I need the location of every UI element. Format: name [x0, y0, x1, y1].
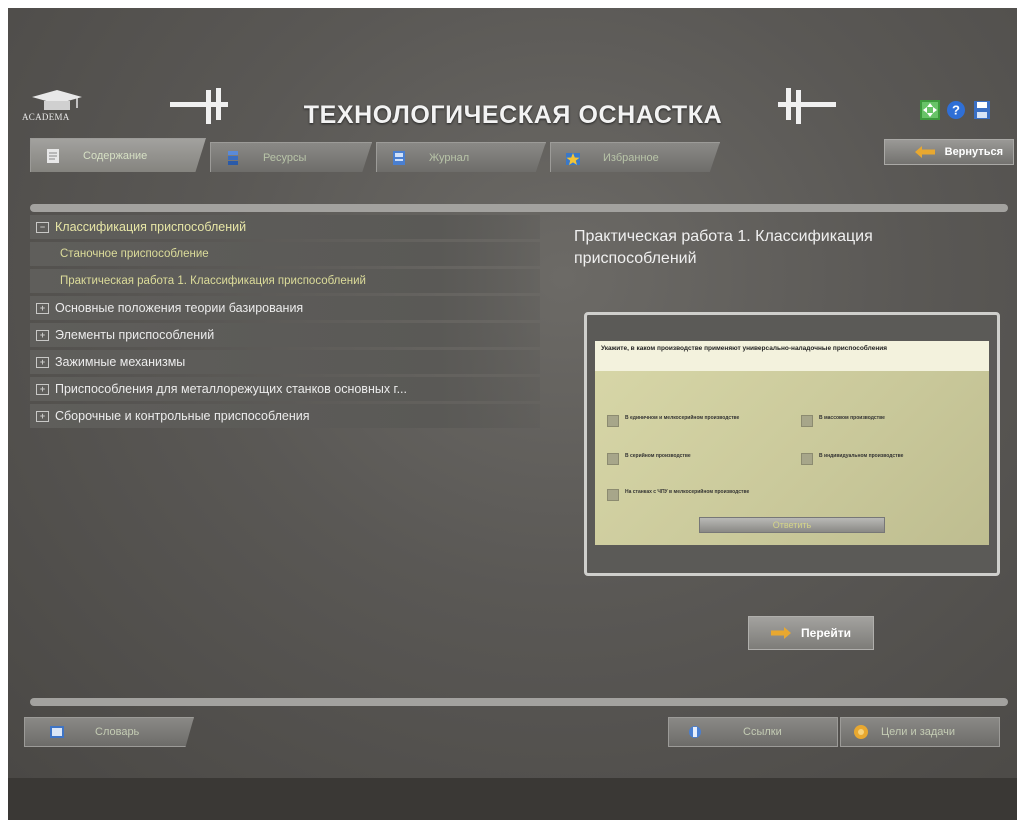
- quiz-option: В массовом производстве: [801, 415, 981, 427]
- goals-label: Цели и задачи: [881, 726, 956, 738]
- quiz-answer-button: Ответить: [699, 517, 885, 533]
- tree-item-label: Приспособления для металлорежущих станко…: [55, 382, 408, 396]
- tree-item-label: Станочное приспособление: [60, 248, 209, 260]
- collapse-icon[interactable]: −: [36, 221, 49, 233]
- checkbox: [801, 453, 813, 465]
- links-label: Ссылки: [743, 726, 782, 738]
- tree-item-classification[interactable]: − Классификация приспособлений: [30, 215, 540, 239]
- book-icon: [50, 726, 64, 738]
- app-window: ACADEMA ТЕХНОЛОГИЧЕСКАЯ ОСНАСТКА ? Содер…: [8, 8, 1017, 820]
- expand-icon[interactable]: +: [36, 356, 49, 368]
- svg-text:?: ?: [952, 103, 960, 118]
- main-area: ACADEMA ТЕХНОЛОГИЧЕСКАЯ ОСНАСТКА ? Содер…: [8, 8, 1017, 778]
- tree-item-label: Элементы приспособлений: [55, 328, 215, 342]
- goals-button[interactable]: Цели и задачи: [840, 717, 1000, 747]
- quiz-screenshot: Укажите, в каком производстве применяют …: [595, 341, 989, 545]
- page-heading: Практическая работа 1. Классификация при…: [574, 228, 873, 267]
- academia-logo: ACADEMA: [22, 88, 92, 126]
- bottom-divider: [30, 698, 1008, 706]
- quiz-option: В индивидуальном производстве: [801, 453, 981, 465]
- quiz-option: В единичном и мелкосерийном производстве: [607, 415, 787, 427]
- exercise-preview[interactable]: Укажите, в каком производстве применяют …: [584, 312, 1000, 576]
- tab-favorites-label: Избранное: [603, 151, 659, 164]
- help-icon[interactable]: ?: [946, 100, 966, 120]
- checkbox: [607, 415, 619, 427]
- header-icons: ?: [920, 100, 992, 120]
- back-button-label: Вернуться: [944, 146, 1003, 158]
- save-icon[interactable]: [972, 100, 992, 120]
- tree-item-label: Основные положения теории базирования: [55, 301, 304, 315]
- tree-item-label: Классификация приспособлений: [55, 220, 247, 234]
- resources-icon: [228, 150, 238, 165]
- tab-contents[interactable]: Содержание: [30, 138, 206, 172]
- checkbox: [607, 489, 619, 501]
- caliper-left-icon: [170, 88, 228, 124]
- tab-journal-label: Журнал: [429, 151, 470, 164]
- checkbox: [801, 415, 813, 427]
- tree-item-machine-fixture[interactable]: Станочное приспособление: [30, 242, 540, 266]
- top-divider: [30, 204, 1008, 212]
- glossary-label: Словарь: [95, 726, 140, 738]
- expand-icon[interactable]: +: [36, 302, 49, 314]
- glossary-button[interactable]: Словарь: [24, 717, 194, 747]
- contents-icon: [47, 148, 59, 163]
- tab-resources-label: Ресурсы: [263, 151, 307, 164]
- expand-icon[interactable]: +: [36, 410, 49, 422]
- favorites-icon: [566, 152, 580, 165]
- bottom-strip: [8, 778, 1017, 820]
- tree-item-fixture-elements[interactable]: + Элементы приспособлений: [30, 323, 540, 347]
- tree-item-machine-tool-fixtures[interactable]: + Приспособления для металлорежущих стан…: [30, 377, 540, 401]
- tree-item-assembly-fixtures[interactable]: + Сборочные и контрольные приспособления: [30, 404, 540, 428]
- go-button-label: Перейти: [801, 626, 851, 640]
- caliper-right-icon: [778, 88, 836, 124]
- tree-item-clamping-mechanisms[interactable]: + Зажимные механизмы: [30, 350, 540, 374]
- arrow-left-icon: [914, 146, 935, 158]
- graduation-cap-icon: [32, 90, 82, 110]
- quiz-question: Укажите, в каком производстве применяют …: [595, 341, 989, 371]
- arrow-right-icon: [771, 627, 792, 639]
- tree-item-label: Практическая работа 1. Классификация при…: [60, 275, 366, 287]
- tree-item-basing-theory[interactable]: + Основные положения теории базирования: [30, 296, 540, 320]
- tab-journal[interactable]: Журнал: [376, 142, 546, 172]
- quiz-option: В серийном производстве: [607, 453, 787, 465]
- tab-bar: Содержание Ресурсы Журнал Избранное: [30, 138, 720, 172]
- tab-resources[interactable]: Ресурсы: [210, 142, 372, 172]
- checkbox: [607, 453, 619, 465]
- target-icon: [854, 725, 868, 739]
- links-button[interactable]: Ссылки: [668, 717, 838, 747]
- expand-icon[interactable]: +: [36, 383, 49, 395]
- quiz-option: На станках с ЧПУ в мелкосерийном произво…: [607, 489, 757, 501]
- tree-item-label: Сборочные и контрольные приспособления: [55, 409, 310, 423]
- tree-item-practical-work[interactable]: Практическая работа 1. Классификация при…: [30, 269, 540, 293]
- expand-icon[interactable]: +: [36, 329, 49, 341]
- tab-contents-label: Содержание: [83, 149, 148, 162]
- journal-icon: [393, 150, 405, 165]
- app-title: ТЕХНОЛОГИЧЕСКАЯ ОСНАСТКА: [303, 101, 723, 129]
- go-button[interactable]: Перейти: [748, 616, 874, 650]
- logo-text: ACADEMA: [22, 112, 70, 122]
- back-button[interactable]: Вернуться: [884, 139, 1014, 165]
- tree-item-label: Зажимные механизмы: [55, 355, 186, 369]
- fullscreen-icon[interactable]: [920, 100, 940, 120]
- tab-favorites[interactable]: Избранное: [550, 142, 720, 172]
- links-icon: [689, 726, 701, 738]
- contents-tree: − Классификация приспособлений Станочное…: [30, 215, 540, 431]
